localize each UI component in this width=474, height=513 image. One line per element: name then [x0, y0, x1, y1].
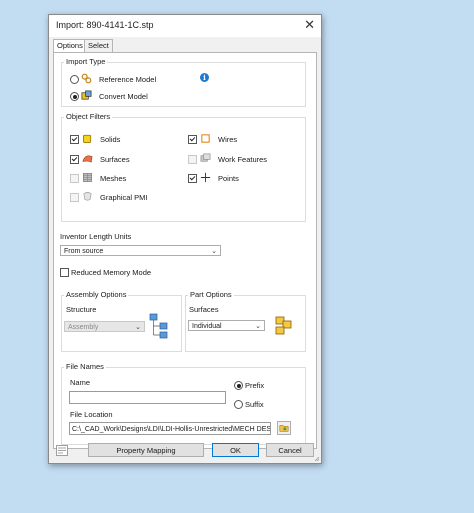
- meshes-checkbox[interactable]: [70, 174, 79, 183]
- structure-value: Assembly: [68, 324, 99, 331]
- reduced-memory-label: Reduced Memory Mode: [71, 268, 152, 277]
- structure-select[interactable]: Assembly ⌄: [64, 321, 145, 332]
- chevron-down-icon: ⌄: [135, 324, 141, 331]
- solids-checkbox[interactable]: [70, 135, 79, 144]
- graphical-pmi-label: Graphical PMI: [100, 193, 148, 202]
- surfaces-option-label: Surfaces: [189, 305, 219, 314]
- meshes-label: Meshes: [100, 174, 127, 183]
- meshes-icon: [83, 173, 92, 182]
- convert-model-icon: [81, 90, 92, 100]
- close-icon[interactable]: ✕: [304, 17, 315, 33]
- work-features-checkbox[interactable]: [188, 155, 197, 164]
- wires-checkbox[interactable]: [188, 135, 197, 144]
- assembly-options-label: Assembly Options: [64, 290, 129, 299]
- prefix-label: Prefix: [245, 381, 265, 390]
- help-icon[interactable]: [56, 445, 68, 456]
- solids-label: Solids: [100, 135, 121, 144]
- points-label: Points: [218, 174, 239, 183]
- points-icon: [200, 172, 211, 183]
- prefix-radio[interactable]: [234, 381, 243, 390]
- length-units-select[interactable]: From source ⌄: [60, 245, 221, 256]
- part-surfaces-icon: [275, 316, 292, 335]
- title-bar[interactable]: Import: 890-4141-1C.stp ✕: [49, 15, 321, 37]
- graphical-pmi-icon: [83, 192, 92, 201]
- name-label: Name: [70, 378, 91, 387]
- resize-grip-icon[interactable]: [314, 456, 320, 462]
- reference-model-label: Reference Model: [99, 75, 157, 84]
- wires-label: Wires: [218, 135, 238, 144]
- reduced-memory-checkbox[interactable]: [60, 268, 69, 277]
- info-icon[interactable]: i: [200, 73, 209, 82]
- import-type-label: Import Type: [64, 57, 108, 66]
- reference-model-radio[interactable]: [70, 75, 79, 84]
- surfaces-icon: [82, 155, 93, 163]
- wires-icon: [201, 134, 210, 143]
- property-mapping-button[interactable]: Property Mapping: [88, 443, 204, 457]
- graphical-pmi-checkbox[interactable]: [70, 193, 79, 202]
- chevron-down-icon: ⌄: [255, 323, 261, 330]
- folder-icon: [279, 425, 289, 432]
- window-title: Import: 890-4141-1C.stp: [56, 20, 154, 30]
- tab-select[interactable]: Select: [84, 39, 113, 52]
- chevron-down-icon: ⌄: [211, 248, 217, 255]
- work-features-label: Work Features: [218, 155, 268, 164]
- surfaces-checkbox[interactable]: [70, 155, 79, 164]
- name-input[interactable]: [69, 391, 226, 404]
- ok-button[interactable]: OK: [212, 443, 259, 457]
- surfaces-label: Surfaces: [100, 155, 130, 164]
- solids-icon: [83, 134, 92, 143]
- import-type-group: [61, 62, 306, 107]
- file-location-label: File Location: [70, 410, 113, 419]
- file-location-input[interactable]: C:\_CAD_Work\Designs\LDI\LDI-Hollis-Unre…: [69, 422, 271, 435]
- convert-model-label: Convert Model: [99, 92, 148, 101]
- file-names-label: File Names: [64, 362, 106, 371]
- browse-button[interactable]: [277, 421, 291, 435]
- options-panel: Import Type Reference Model i Convert Mo…: [53, 52, 317, 449]
- object-filters-label: Object Filters: [64, 112, 113, 121]
- work-features-icon: [200, 153, 211, 162]
- length-units-label: Inventor Length Units: [60, 232, 132, 241]
- assembly-structure-icon: [149, 313, 168, 339]
- points-checkbox[interactable]: [188, 174, 197, 183]
- reference-model-icon: [81, 73, 92, 84]
- import-dialog: Import: 890-4141-1C.stp ✕ Options Select…: [48, 14, 322, 464]
- object-filters-group: [61, 117, 306, 222]
- part-options-label: Part Options: [188, 290, 234, 299]
- part-surfaces-select[interactable]: Individual ⌄: [188, 320, 265, 331]
- suffix-label: Suffix: [245, 400, 264, 409]
- suffix-radio[interactable]: [234, 400, 243, 409]
- convert-model-radio[interactable]: [70, 92, 79, 101]
- part-surfaces-value: Individual: [192, 323, 222, 330]
- cancel-button[interactable]: Cancel: [266, 443, 314, 457]
- length-units-value: From source: [64, 248, 104, 255]
- structure-label: Structure: [66, 305, 97, 314]
